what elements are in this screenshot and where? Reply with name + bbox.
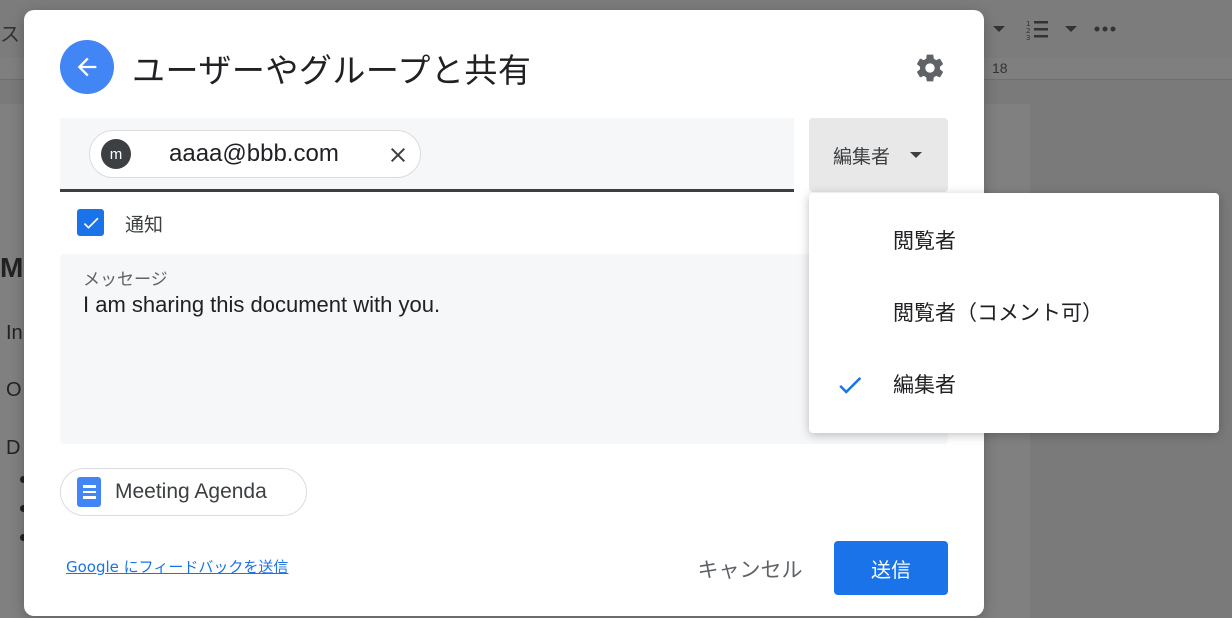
send-button[interactable]: 送信	[834, 541, 948, 595]
cancel-button[interactable]: キャンセル	[688, 544, 812, 594]
document-name: Meeting Agenda	[115, 480, 267, 503]
notify-checkbox[interactable]	[77, 209, 104, 236]
role-menu-item-commenter[interactable]: 閲覧者（コメント可）	[809, 276, 1219, 348]
checkmark-icon	[83, 217, 98, 229]
role-menu-item-viewer[interactable]: 閲覧者	[809, 204, 1219, 276]
svg-text:3: 3	[1026, 34, 1030, 40]
message-text: I am sharing this document with you.	[83, 292, 441, 317]
message-label: メッセージ	[83, 270, 168, 290]
avatar: m	[101, 139, 131, 169]
checkmark-icon	[839, 376, 862, 394]
notify-label: 通知	[125, 214, 164, 236]
role-menu-label: 閲覧者	[893, 229, 956, 253]
arrow-back-icon	[77, 57, 97, 77]
doc-line: In	[6, 322, 23, 344]
role-menu-label: 閲覧者（コメント可）	[893, 301, 1103, 325]
caret-down-icon	[910, 152, 923, 158]
doc-line: O	[6, 379, 22, 401]
more-options-icon	[1094, 26, 1116, 32]
close-icon[interactable]	[386, 143, 410, 167]
ruler-number: 18	[992, 60, 1008, 76]
role-menu-item-editor[interactable]: 編集者	[809, 348, 1219, 420]
settings-button[interactable]	[910, 48, 950, 88]
numbered-list-icon: 1 2 3	[1026, 20, 1048, 40]
role-menu-label: 編集者	[893, 373, 956, 397]
gear-icon	[917, 54, 943, 82]
role-dropdown-button[interactable]: 編集者	[809, 118, 948, 192]
dialog-title: ユーザーやグループと共有	[132, 51, 532, 90]
recipient-input[interactable]: m aaaa@bbb.com	[60, 118, 794, 192]
role-selected-label: 編集者	[833, 145, 891, 168]
recipient-email: aaaa@bbb.com	[169, 140, 339, 167]
back-button[interactable]	[60, 40, 114, 94]
recipient-chip[interactable]: m aaaa@bbb.com	[89, 130, 421, 178]
doc-line: D	[6, 437, 21, 459]
toolbar-fragment: ス	[0, 24, 20, 46]
google-docs-icon	[77, 477, 101, 507]
feedback-link[interactable]: Google にフィードバックを送信	[66, 556, 288, 577]
chevron-down-icon	[993, 26, 1005, 32]
role-menu: 閲覧者 閲覧者（コメント可） 編集者	[809, 193, 1219, 433]
document-chip[interactable]: Meeting Agenda	[60, 468, 307, 516]
chevron-down-icon	[1065, 26, 1077, 32]
